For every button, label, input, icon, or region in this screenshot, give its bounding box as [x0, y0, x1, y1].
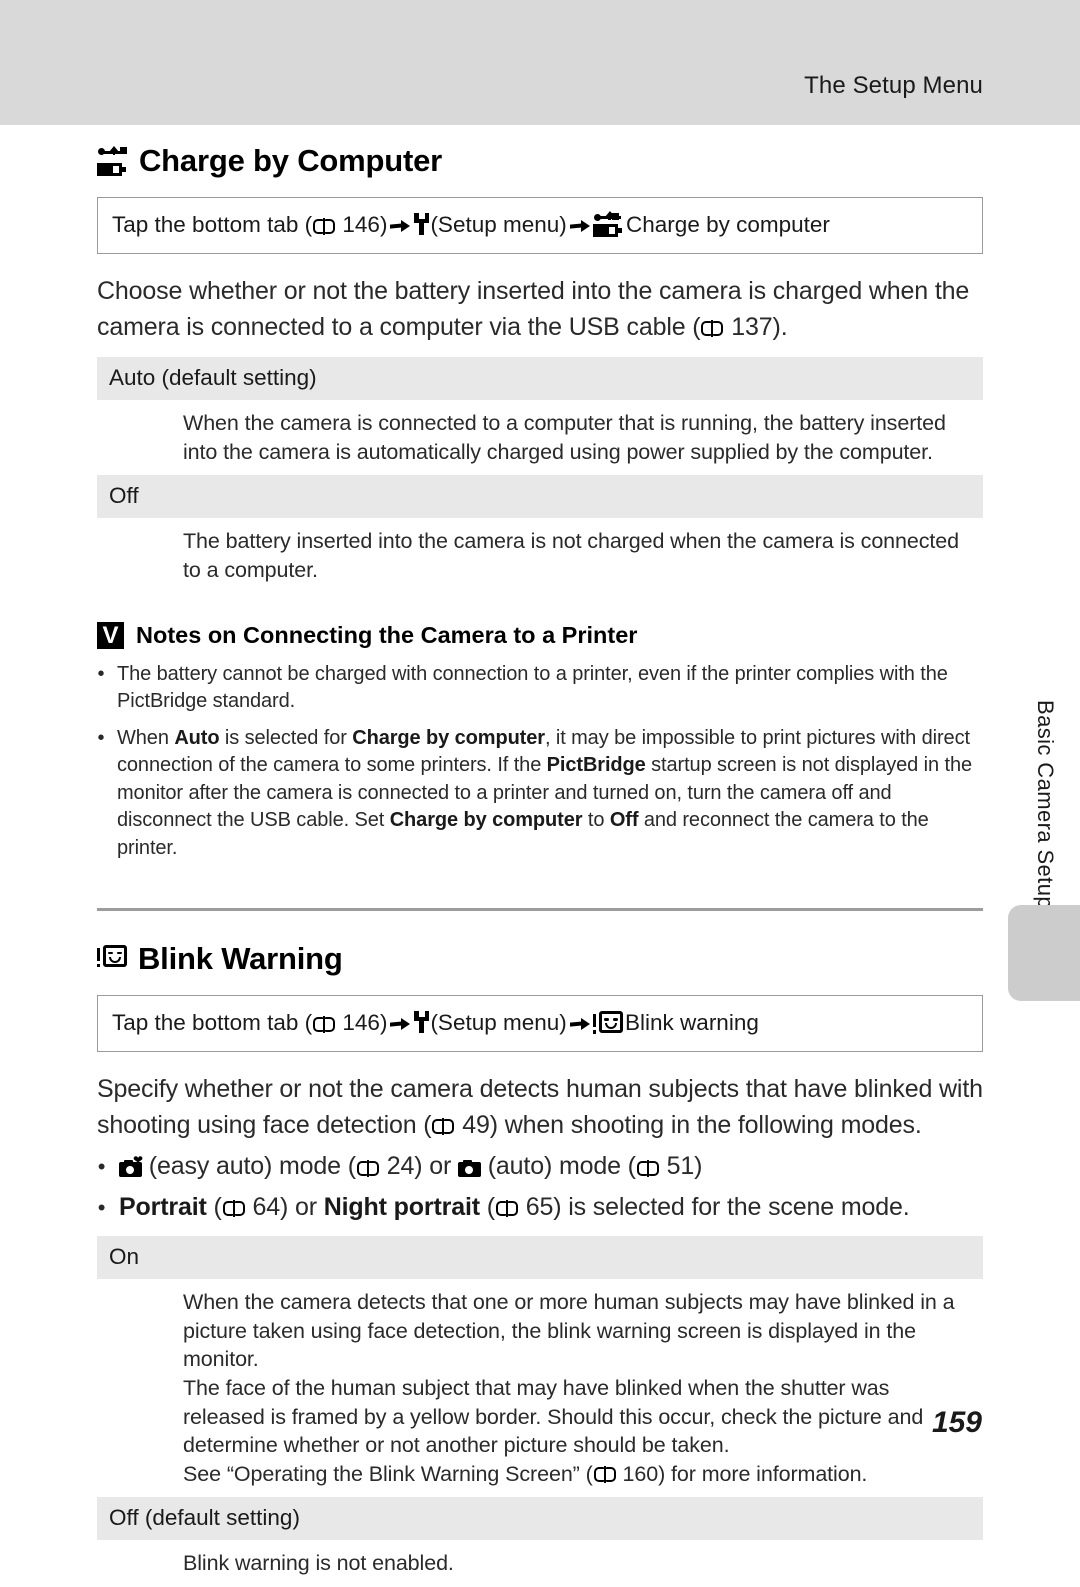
mode-ref-1: 64: [252, 1192, 281, 1221]
book-page-ref-icon: [313, 217, 336, 235]
mode-bullet-item-scene-modes: • Portrait ( 64) or Night portrait ( 65)…: [97, 1190, 983, 1225]
usb-battery-icon: [592, 211, 622, 238]
book-page-ref-icon: [356, 1159, 379, 1177]
arrow-right-icon: [569, 218, 590, 234]
option-label-off-default: Off (default setting): [97, 1497, 983, 1541]
caution-bullet-text: When Auto is selected for Charge by comp…: [117, 726, 972, 860]
wrench-setup-icon: [413, 213, 430, 235]
page-header-band: [0, 0, 1080, 125]
tap-path-mid: ): [379, 212, 388, 237]
caution-bullet-item: • The battery cannot be charged with con…: [97, 661, 983, 716]
caution-bullet-text: The battery cannot be charged with conne…: [117, 662, 948, 713]
tap-path-box-blink-warning: Tap the bottom tab ( 146) (Setup menu) Bl…: [97, 995, 983, 1053]
book-page-ref-icon: [495, 1200, 518, 1218]
book-page-ref-icon: [593, 1466, 616, 1484]
caution-v-icon: V: [97, 621, 124, 649]
mode-bullet-text: Portrait ( 64) or Night portrait ( 65) i…: [119, 1190, 910, 1225]
option-line-page-ref: 160: [622, 1461, 659, 1486]
option-line: The battery inserted into the camera is …: [183, 529, 959, 582]
section-heading-charge-by-computer: Charge by Computer: [97, 143, 983, 179]
option-line-before-ref: See “Operating the Blink Warning Screen”…: [183, 1461, 593, 1486]
option-description-auto: When the camera is connected to a comput…: [97, 400, 983, 475]
intro-text-after-ref: ) when shooting in the following modes.: [489, 1110, 922, 1139]
option-description-off: The battery inserted into the camera is …: [97, 518, 983, 593]
option-description-off-default: Blink warning is not enabled.: [97, 1540, 983, 1587]
mode-bold-night-portrait: Night portrait: [323, 1192, 480, 1221]
caution-title-text: Notes on Connecting the Camera to a Prin…: [136, 621, 638, 648]
bullet-dot: •: [97, 1154, 106, 1180]
option-line: See “Operating the Blink Warning Screen”…: [183, 1460, 975, 1489]
bullet-dot: •: [97, 662, 105, 685]
mode-seg-1: (easy auto) mode (: [148, 1152, 356, 1181]
wrench-setup-icon: [413, 1011, 430, 1034]
mode-seg-3: (: [479, 1192, 495, 1221]
mode-bullet-text: ❤ (easy auto) mode ( 24) or (auto) mode …: [119, 1149, 703, 1184]
mode-bold-portrait: Portrait: [119, 1192, 207, 1221]
bullet-dot: •: [97, 1194, 106, 1220]
tap-path-page-ref: 146: [342, 1010, 380, 1036]
mode-seg-2: ) or: [280, 1192, 324, 1221]
book-page-ref-icon: [432, 1118, 455, 1136]
tap-path-prefix: Tap the bottom tab (: [112, 212, 313, 237]
blink-face-icon: [97, 944, 127, 974]
tap-path-page-ref: 146: [342, 212, 380, 237]
running-header-title: The Setup Menu: [804, 72, 983, 99]
intro-paragraph-blink-warning: Specify whether or not the camera detect…: [97, 1072, 983, 1143]
usb-battery-icon: [97, 145, 128, 177]
arrow-right-icon: [390, 218, 411, 234]
option-label-auto: Auto (default setting): [97, 357, 983, 401]
mode-seg-4: ): [694, 1152, 703, 1181]
option-line: When the camera is connected to a comput…: [183, 411, 946, 464]
arrow-right-icon: [569, 1016, 590, 1032]
book-page-ref-icon: [701, 320, 724, 338]
section-title-text: Charge by Computer: [139, 143, 442, 178]
mode-seg-4: ) is selected for the scene mode.: [553, 1192, 910, 1221]
mode-seg-2: ) or: [414, 1152, 458, 1181]
mode-ref-1: 24: [386, 1152, 415, 1181]
book-page-ref-icon: [636, 1159, 659, 1177]
auto-camera-icon: [457, 1157, 481, 1178]
intro-page-ref: 137: [731, 312, 773, 341]
intro-text-after-ref: ).: [772, 312, 788, 341]
mode-bullet-item-auto-modes: • ❤ (easy auto) mode ( 24) or (auto) mod…: [97, 1149, 983, 1184]
easy-auto-camera-icon: ❤: [119, 1154, 143, 1178]
intro-text-before-ref: Choose whether or not the battery insert…: [97, 277, 970, 341]
tap-path-target-label: Charge by computer: [626, 212, 830, 237]
page-content: Charge by Computer Tap the bottom tab ( …: [97, 125, 983, 1587]
option-line: The face of the human subject that may h…: [183, 1376, 924, 1458]
caution-bullet-item: • When Auto is selected for Charge by co…: [97, 725, 983, 863]
arrow-right-icon: [390, 1016, 411, 1032]
mode-seg-3: (auto) mode (: [487, 1152, 636, 1181]
option-line-after-ref: ) for more information.: [658, 1461, 868, 1486]
mode-seg-1: (: [206, 1192, 222, 1221]
mode-ref-2: 65: [525, 1192, 554, 1221]
tap-path-prefix: Tap the bottom tab (: [112, 1010, 313, 1036]
intro-page-ref: 49: [462, 1110, 490, 1139]
tap-path-setup-label: (Setup menu): [430, 212, 567, 237]
tap-path-box-charge-by-computer: Tap the bottom tab ( 146) (Setup menu) Ch…: [97, 197, 983, 255]
tap-path-target-label: Blink warning: [625, 1010, 759, 1036]
section-divider-rule: [97, 907, 983, 912]
caution-title-printer-notes: V Notes on Connecting the Camera to a Pr…: [97, 621, 983, 649]
tap-path-setup-label: (Setup menu): [430, 1010, 567, 1036]
book-page-ref-icon: [222, 1200, 245, 1218]
caution-bullet-list: • The battery cannot be charged with con…: [97, 661, 983, 863]
option-line: Blink warning is not enabled.: [183, 1551, 454, 1576]
option-label-on: On: [97, 1236, 983, 1280]
option-label-off: Off: [97, 475, 983, 519]
tap-path-mid: ): [379, 1010, 388, 1036]
chapter-side-label: Basic Camera Setup: [1033, 700, 1058, 909]
bullet-dot: •: [97, 726, 105, 749]
intro-paragraph-charge-by-computer: Choose whether or not the battery insert…: [97, 274, 983, 345]
chapter-side-tab: [1008, 905, 1080, 1001]
blink-face-icon: [592, 1011, 623, 1036]
page-number: 159: [931, 1406, 982, 1439]
book-page-ref-icon: [313, 1015, 336, 1033]
option-line: When the camera detects that one or more…: [183, 1290, 955, 1372]
option-description-on: When the camera detects that one or more…: [97, 1279, 983, 1497]
mode-ref-2: 51: [666, 1152, 695, 1181]
section-heading-blink-warning: Blink Warning: [97, 941, 983, 977]
section-title-text: Blink Warning: [138, 941, 343, 977]
